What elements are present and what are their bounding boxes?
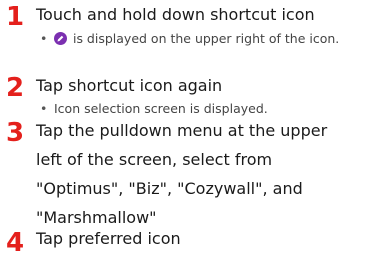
- step-title: Tap shortcut icon again: [36, 76, 223, 95]
- step-4: 4 Tap preferred icon: [0, 226, 365, 256]
- step-title: Touch and hold down shortcut icon: [36, 5, 315, 24]
- step-3: 3 Tap the pulldown menu at the upper lef…: [0, 116, 365, 232]
- edit-badge-icon: [54, 32, 67, 45]
- step-1: 1 Touch and hold down shortcut icon • is…: [0, 2, 365, 48]
- step-note: • is displayed on the upper right of the…: [40, 29, 365, 48]
- step-note-text: is displayed on the upper right of the i…: [69, 31, 340, 46]
- step-number: 3: [6, 118, 25, 148]
- step-title: Tap the pulldown menu at the upper left …: [36, 121, 328, 227]
- step-2: 2 Tap shortcut icon again • Icon selecti…: [0, 73, 365, 118]
- step-title: Tap preferred icon: [36, 229, 181, 248]
- step-number: 1: [6, 2, 25, 32]
- step-number: 2: [6, 73, 25, 103]
- step-note-text: Icon selection screen is displayed.: [54, 101, 268, 116]
- step-number: 4: [6, 228, 25, 258]
- bullet-icon: •: [40, 31, 48, 46]
